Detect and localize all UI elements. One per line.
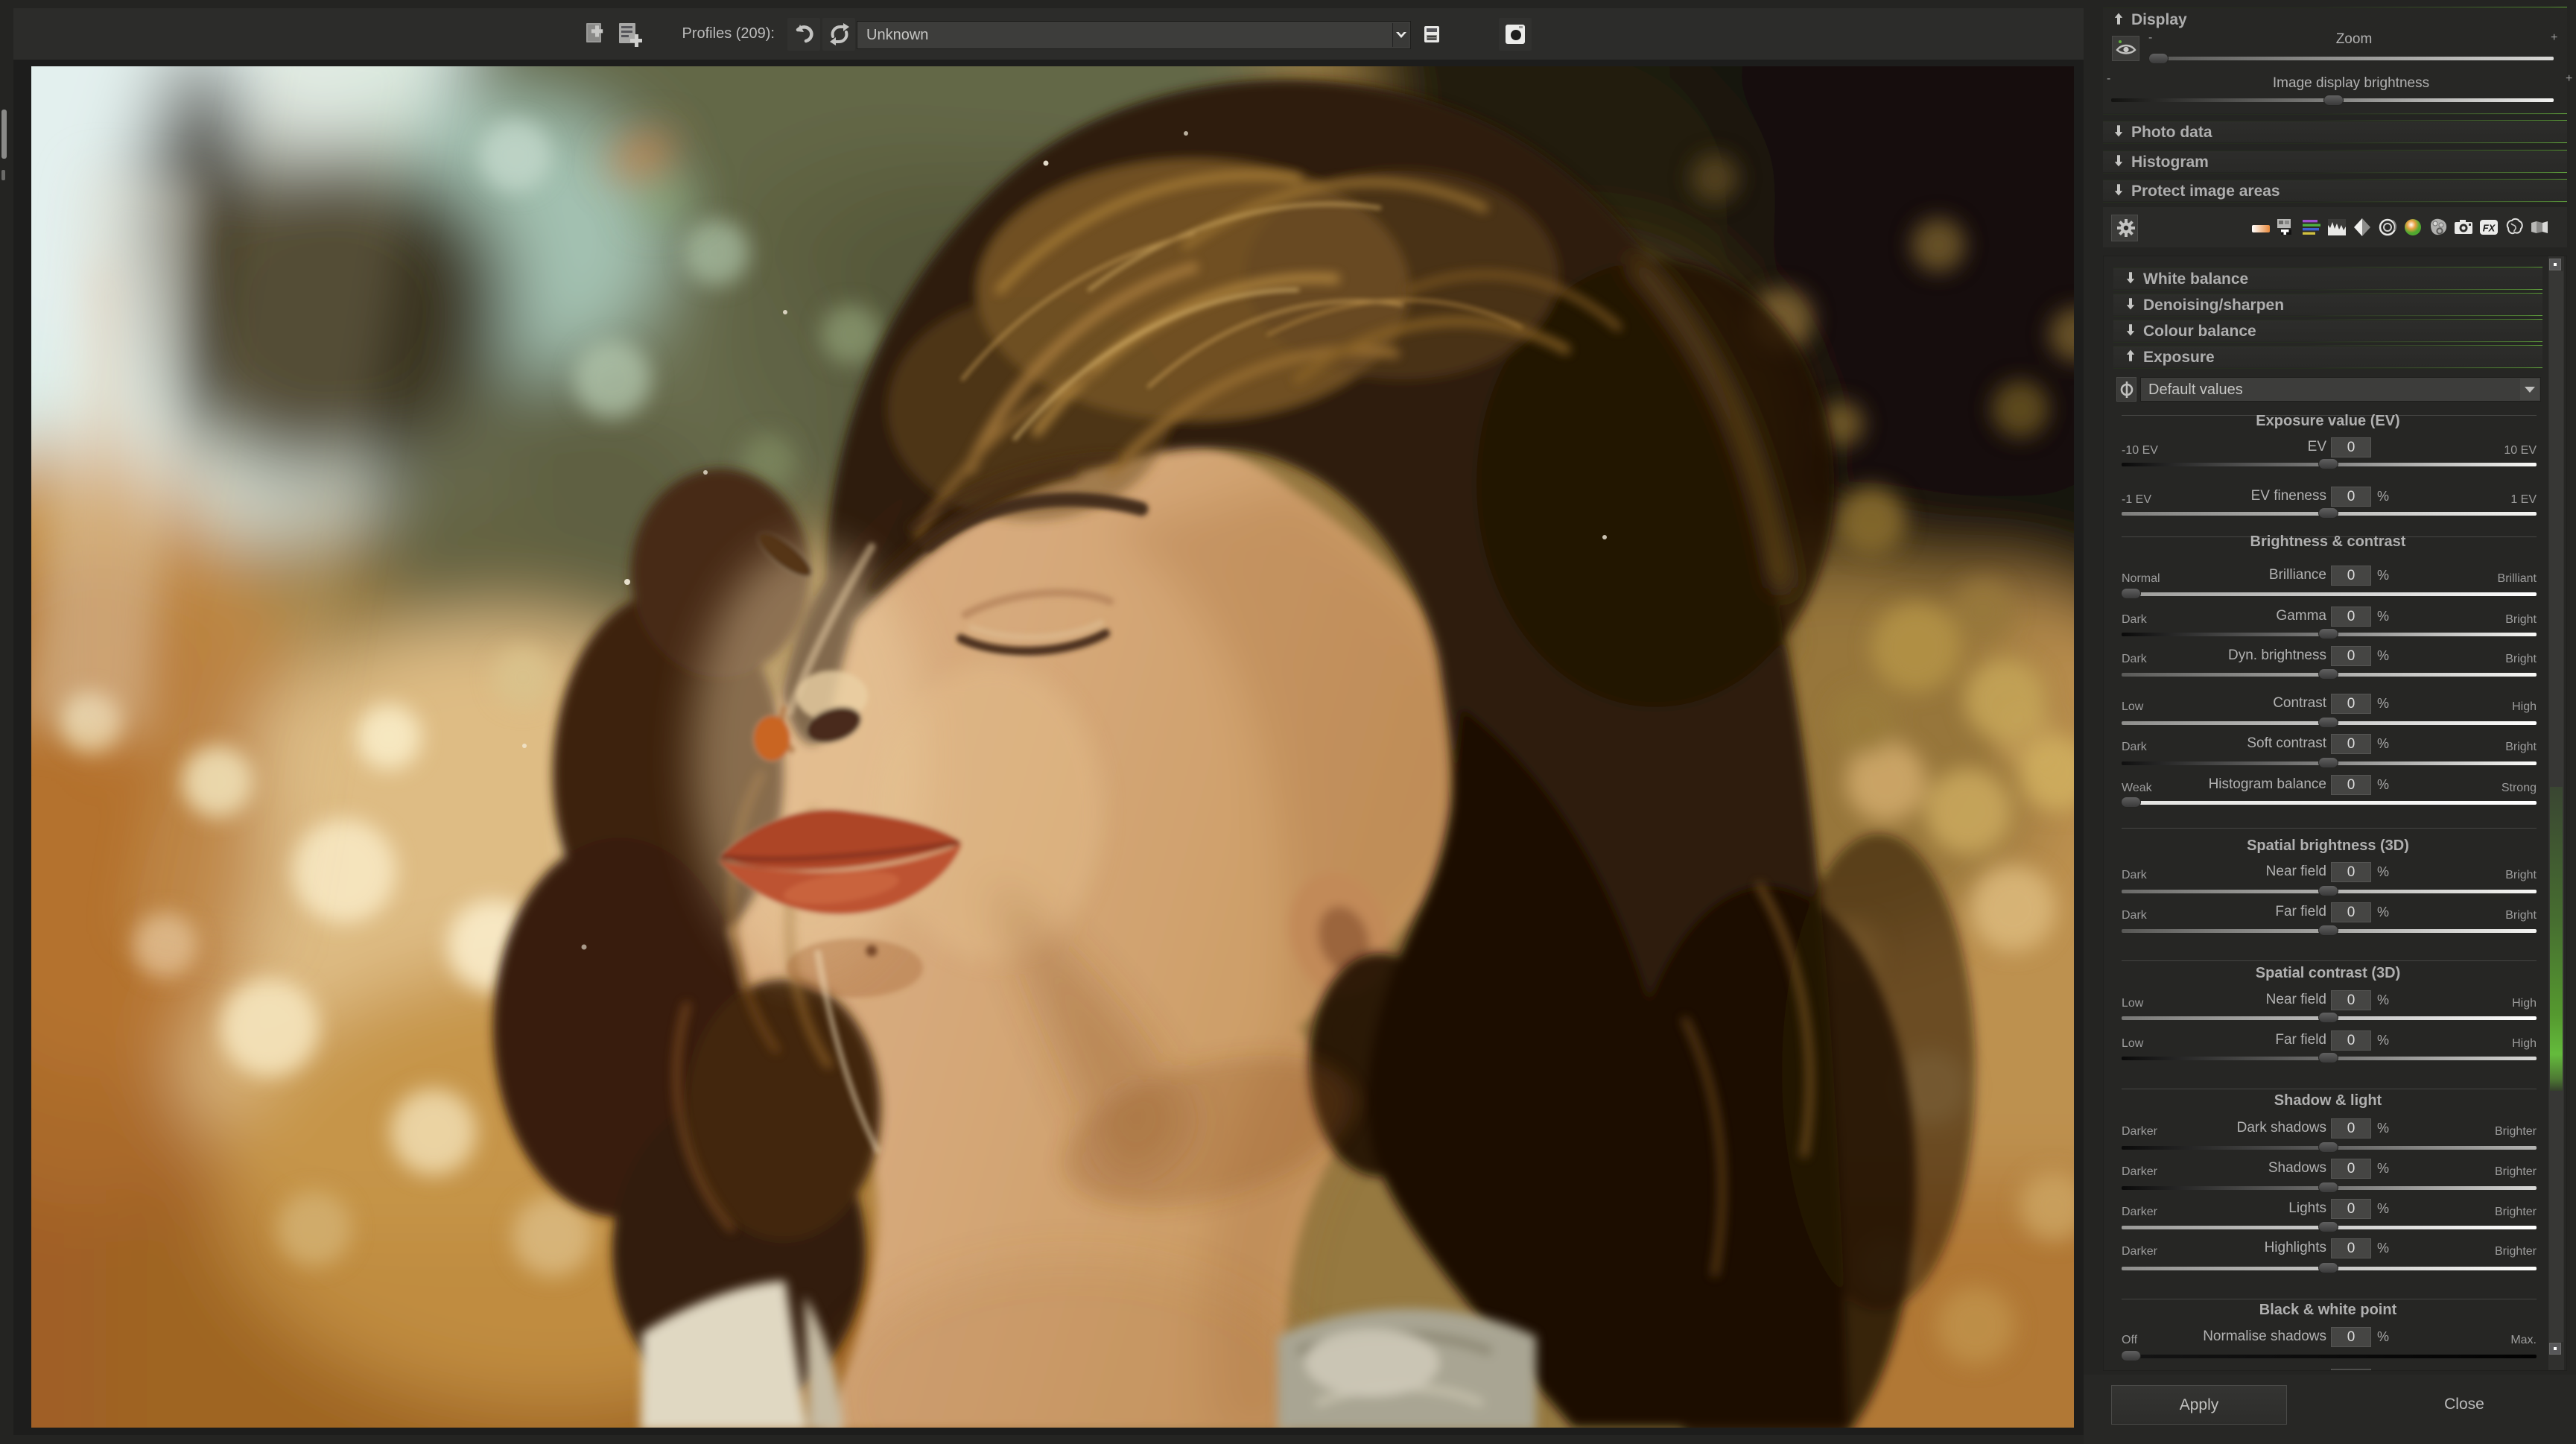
svg-text:FX: FX xyxy=(2483,223,2496,234)
